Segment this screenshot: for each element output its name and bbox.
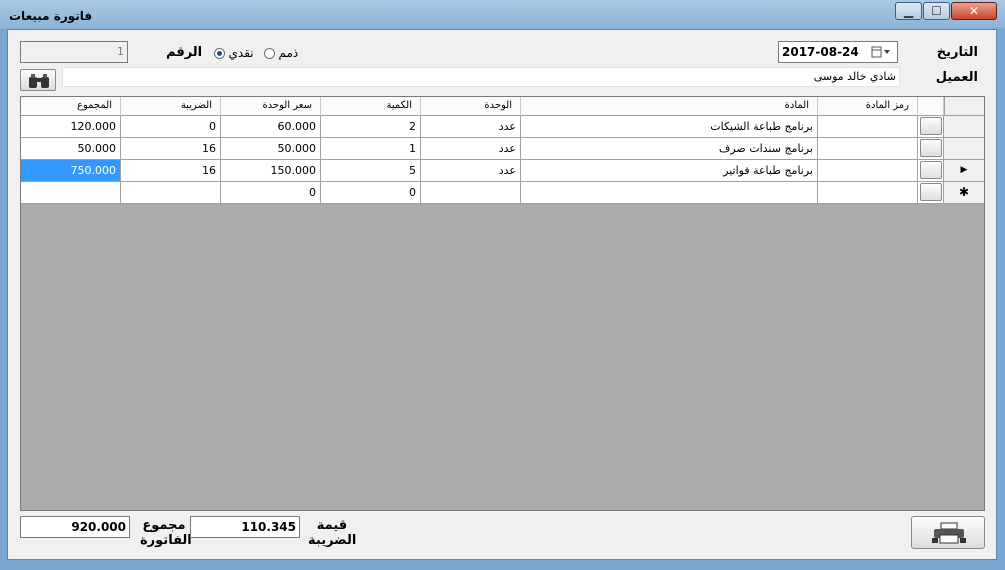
cell-total-selected[interactable]: 750.000 [21, 160, 121, 182]
cell-tax[interactable]: 16 [121, 138, 221, 160]
app-window: فاتورة مبيعات ▁ ☐ ✕ التاريخ 2017-08-24 ا… [0, 0, 1005, 570]
col-header-item[interactable]: المادة [521, 97, 818, 116]
maximize-button[interactable]: ☐ [923, 2, 950, 20]
row-header[interactable] [944, 138, 984, 160]
table-row-button-cell [918, 160, 944, 182]
invoice-total-value: 920.000 [71, 520, 126, 534]
cell-qty[interactable]: 5 [321, 160, 421, 182]
customer-field[interactable]: شادي خالد موسى [62, 67, 900, 87]
cell-item[interactable]: برنامج سندات صرف [521, 138, 818, 160]
row-lookup-button[interactable] [920, 183, 942, 201]
date-label: التاريخ [936, 45, 978, 60]
table-row-button-cell [918, 182, 944, 204]
cash-label: نقدي [228, 46, 254, 60]
close-icon: ✕ [968, 4, 980, 18]
minimize-button[interactable]: ▁ [895, 2, 922, 20]
cell-item[interactable] [521, 182, 818, 204]
cell-item[interactable]: برنامج طباعة الشيكات [521, 116, 818, 138]
tax-value-field: 110.345 [190, 516, 300, 538]
cell-code[interactable] [818, 116, 918, 138]
col-header-button [918, 97, 944, 116]
search-customer-button[interactable] [20, 69, 56, 91]
invoice-total-field: 920.000 [20, 516, 130, 538]
title-bar[interactable]: فاتورة مبيعات ▁ ☐ ✕ [0, 0, 1005, 29]
number-label: الرقم [166, 45, 203, 60]
row-header[interactable] [944, 116, 984, 138]
invoice-number-field: 1 [20, 41, 128, 63]
cash-radio[interactable] [214, 47, 225, 59]
cell-tax[interactable]: 16 [121, 160, 221, 182]
payment-credit-option[interactable]: ذمم [264, 46, 298, 60]
caption-buttons: ▁ ☐ ✕ [894, 2, 997, 21]
cell-price[interactable]: 60.000 [221, 116, 321, 138]
window-title: فاتورة مبيعات [9, 9, 93, 23]
credit-radio[interactable] [264, 47, 275, 59]
minimize-icon: ▁ [903, 4, 914, 18]
invoice-grid[interactable]: رمز المادة المادة الوحدة الكمية سعر الوح… [20, 96, 985, 511]
invoice-total-label: مجموع الفاتورة [140, 518, 192, 548]
invoice-number-value: 1 [117, 45, 124, 58]
cell-unit[interactable] [421, 182, 521, 204]
cell-code[interactable] [818, 182, 918, 204]
grid-corner [944, 97, 984, 116]
date-picker[interactable]: 2017-08-24 [778, 41, 898, 63]
binoculars-icon [29, 74, 49, 88]
cell-total[interactable]: 50.000 [21, 138, 121, 160]
form-client-area: التاريخ 2017-08-24 العميل شادي خالد موسى… [7, 29, 997, 560]
row-lookup-button[interactable] [920, 139, 942, 157]
close-button[interactable]: ✕ [951, 2, 997, 20]
cell-total[interactable] [21, 182, 121, 204]
new-row-indicator[interactable]: ✱ [944, 182, 984, 204]
cell-tax[interactable] [121, 182, 221, 204]
cell-code[interactable] [818, 138, 918, 160]
cell-code[interactable] [818, 160, 918, 182]
table-row-button-cell [918, 138, 944, 160]
maximize-icon: ☐ [931, 4, 942, 18]
col-header-unit[interactable]: الوحدة [421, 97, 521, 116]
customer-label: العميل [935, 70, 978, 85]
credit-label: ذمم [278, 46, 299, 60]
col-header-qty[interactable]: الكمية [321, 97, 421, 116]
table-row-button-cell [918, 116, 944, 138]
cell-total[interactable]: 120.000 [21, 116, 121, 138]
cell-item[interactable]: برنامج طباعة فواتير [521, 160, 818, 182]
cell-unit[interactable]: عدد [421, 160, 521, 182]
tax-label: قيمة الضريبة [308, 518, 357, 548]
customer-value: شادي خالد موسى [813, 70, 896, 83]
tax-value: 110.345 [241, 520, 296, 534]
col-header-price[interactable]: سعر الوحدة [221, 97, 321, 116]
payment-cash-option[interactable]: نقدي [214, 46, 254, 60]
date-value: 2017-08-24 [782, 45, 859, 59]
row-lookup-button[interactable] [920, 161, 942, 179]
col-header-tax[interactable]: الضريبة [121, 97, 221, 116]
printer-icon [932, 522, 966, 544]
cell-qty[interactable]: 0 [321, 182, 421, 204]
cell-qty[interactable]: 2 [321, 116, 421, 138]
cell-unit[interactable]: عدد [421, 116, 521, 138]
cell-unit[interactable]: عدد [421, 138, 521, 160]
col-header-total[interactable]: المجموع [21, 97, 121, 116]
calendar-icon[interactable] [871, 45, 891, 59]
current-row-indicator[interactable]: ▶ [944, 160, 984, 182]
cell-price[interactable]: 0 [221, 182, 321, 204]
print-button[interactable] [911, 516, 985, 549]
row-lookup-button[interactable] [920, 117, 942, 135]
cell-qty[interactable]: 1 [321, 138, 421, 160]
col-header-code[interactable]: رمز المادة [818, 97, 918, 116]
cell-tax[interactable]: 0 [121, 116, 221, 138]
cell-price[interactable]: 150.000 [221, 160, 321, 182]
cell-price[interactable]: 50.000 [221, 138, 321, 160]
